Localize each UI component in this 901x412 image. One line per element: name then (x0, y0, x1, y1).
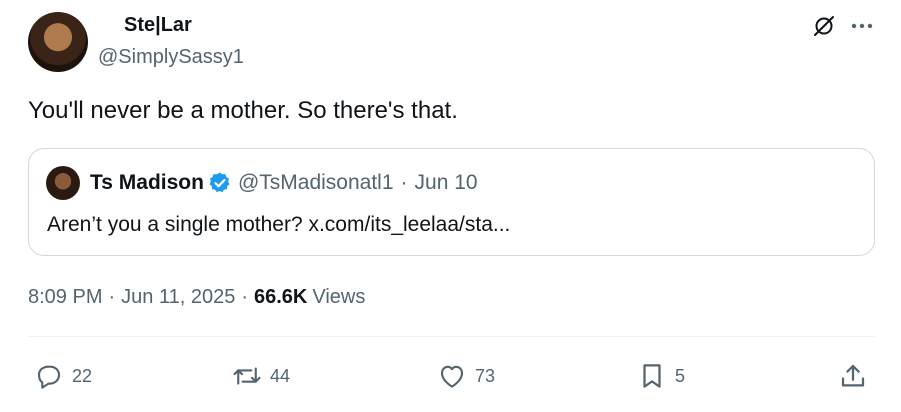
views-label: Views (312, 286, 366, 308)
divider (28, 336, 875, 337)
share-icon (841, 364, 865, 387)
tweet-time[interactable]: 8:09 PM (28, 286, 102, 309)
grok-icon[interactable] (812, 14, 836, 38)
meta-separator: · (108, 286, 116, 308)
share-button[interactable] (838, 362, 876, 390)
meta-separator: · (241, 286, 248, 308)
quoted-separator: · (400, 171, 408, 194)
reply-count: 22 (72, 365, 93, 386)
repost-count: 44 (270, 365, 291, 386)
bookmark-count: 5 (675, 365, 686, 386)
author-name[interactable]: Ste|Lar (124, 14, 192, 37)
bookmark-button[interactable]: 5 (637, 362, 685, 390)
quoted-tweet-header: Ts Madison @TsMadisonatl1 · Jun 10 (90, 171, 478, 195)
author-avatar[interactable] (28, 12, 88, 72)
tweet-meta: 8:09 PM · Jun 11, 2025 · 66.6K Views (28, 286, 365, 309)
repost-button[interactable]: 44 (232, 362, 290, 390)
quoted-author-name: Ts Madison (90, 171, 204, 194)
tweet-text: You'll never be a mother. So there's tha… (28, 97, 458, 124)
repost-icon (233, 367, 261, 385)
quoted-author-avatar (46, 166, 80, 200)
reply-icon (37, 365, 61, 389)
like-button[interactable]: 73 (437, 362, 495, 390)
bookmark-icon (643, 364, 661, 388)
quoted-author-handle: @TsMadisonatl1 (237, 171, 394, 194)
views-count: 66.6K (254, 286, 308, 308)
reply-button[interactable]: 22 (34, 362, 92, 390)
like-icon (440, 365, 464, 388)
author-handle[interactable]: @SimplySassy1 (98, 46, 244, 69)
quoted-date: Jun 10 (414, 171, 478, 194)
quoted-tweet[interactable]: Ts Madison @TsMadisonatl1 · Jun 10 Aren’… (28, 148, 875, 256)
verified-badge-icon (209, 172, 230, 193)
more-icon[interactable] (848, 14, 876, 38)
like-count: 73 (475, 365, 496, 386)
quoted-tweet-text: Aren’t you a single mother? x.com/its_le… (47, 213, 511, 236)
tweet-date[interactable]: Jun 11, 2025 (121, 286, 235, 309)
